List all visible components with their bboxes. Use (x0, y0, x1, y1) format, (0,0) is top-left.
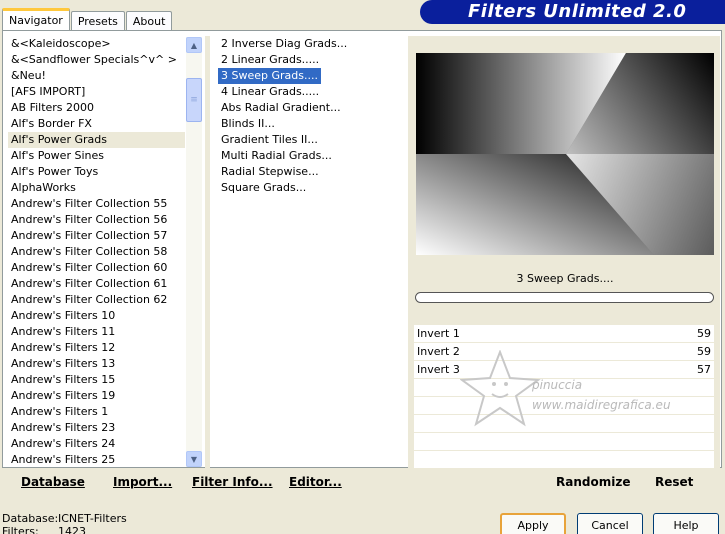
category-item[interactable]: Andrew's Filters 10 (8, 308, 185, 324)
category-item[interactable]: AlphaWorks (8, 180, 185, 196)
filters-label: Filters: (2, 525, 39, 534)
filter-item[interactable]: 2 Linear Grads..... (218, 52, 408, 68)
parameter-row[interactable]: Invert 2 59 (414, 343, 714, 361)
filter-item[interactable]: Radial Stepwise... (218, 164, 408, 180)
parameter-label: Invert 1 (417, 327, 460, 340)
editor-button[interactable]: Editor... (289, 475, 342, 489)
tab-about[interactable]: About (125, 11, 173, 30)
database-button[interactable]: Database (21, 475, 85, 489)
category-item[interactable]: Andrew's Filters 13 (8, 356, 185, 372)
filter-info-button[interactable]: Filter Info... (192, 475, 273, 489)
progress-bar (415, 292, 714, 303)
parameter-row-empty (414, 451, 714, 469)
divider (205, 36, 210, 468)
filter-item[interactable]: 4 Linear Grads..... (218, 84, 408, 100)
parameter-row[interactable]: Invert 3 57 (414, 361, 714, 379)
category-item[interactable]: Andrew's Filters 11 (8, 324, 185, 340)
filters-count: 1423 (58, 525, 86, 534)
category-item[interactable]: Andrew's Filters 24 (8, 436, 185, 452)
parameter-row-empty (414, 415, 714, 433)
category-item[interactable]: Alf's Power Grads (8, 132, 185, 148)
parameter-row[interactable]: Invert 1 59 (414, 325, 714, 343)
category-item[interactable]: Andrew's Filter Collection 60 (8, 260, 185, 276)
category-item[interactable]: &<Sandflower Specials^v^ > (8, 52, 185, 68)
selected-filter-name: 3 Sweep Grads.... (516, 272, 614, 285)
category-item[interactable]: &Neu! (8, 68, 185, 84)
scroll-thumb[interactable]: ≡ (186, 78, 202, 122)
preview-image (416, 53, 714, 255)
parameter-value: 57 (697, 363, 711, 376)
reset-button[interactable]: Reset (655, 475, 693, 489)
tab-presets[interactable]: Presets (70, 11, 125, 30)
category-item[interactable]: Alf's Power Toys (8, 164, 185, 180)
scroll-up-button[interactable]: ▲ (186, 37, 202, 53)
category-item[interactable]: Andrew's Filters 19 (8, 388, 185, 404)
category-list[interactable]: &<Kaleidoscope> &<Sandflower Specials^v^ … (8, 36, 185, 468)
database-label: Database: (2, 512, 59, 525)
parameter-row-empty (414, 397, 714, 415)
category-item[interactable]: Andrew's Filter Collection 57 (8, 228, 185, 244)
filter-item[interactable]: Blinds II... (218, 116, 408, 132)
scroll-down-button[interactable]: ▼ (186, 451, 202, 467)
filter-item[interactable]: Multi Radial Grads... (218, 148, 408, 164)
category-item[interactable]: Andrew's Filter Collection 62 (8, 292, 185, 308)
filter-item[interactable]: 3 Sweep Grads.... (218, 68, 321, 84)
category-item[interactable]: Alf's Border FX (8, 116, 185, 132)
tab-navigator[interactable]: Navigator (2, 8, 70, 30)
randomize-button[interactable]: Randomize (556, 475, 630, 489)
import-button[interactable]: Import... (113, 475, 172, 489)
database-value: ICNET-Filters (58, 512, 127, 525)
category-item[interactable]: Andrew's Filter Collection 55 (8, 196, 185, 212)
category-item[interactable]: Andrew's Filter Collection 61 (8, 276, 185, 292)
filter-list[interactable]: 2 Inverse Diag Grads... 2 Linear Grads...… (218, 36, 408, 196)
category-item[interactable]: &<Kaleidoscope> (8, 36, 185, 52)
filter-item[interactable]: 2 Inverse Diag Grads... (218, 36, 408, 52)
cancel-button[interactable]: Cancel (577, 513, 643, 534)
help-button[interactable]: Help (653, 513, 719, 534)
parameter-label: Invert 3 (417, 363, 460, 376)
parameter-row-empty (414, 433, 714, 451)
filter-item[interactable]: Gradient Tiles II... (218, 132, 408, 148)
category-item[interactable]: AB Filters 2000 (8, 100, 185, 116)
category-item[interactable]: Andrew's Filters 23 (8, 420, 185, 436)
app-title: Filters Unlimited 2.0 (468, 1, 687, 22)
category-item[interactable]: [AFS IMPORT] (8, 84, 185, 100)
parameter-row-empty (414, 379, 714, 397)
category-item[interactable]: Andrew's Filters 15 (8, 372, 185, 388)
category-item[interactable]: Andrew's Filters 12 (8, 340, 185, 356)
category-item[interactable]: Alf's Power Sines (8, 148, 185, 164)
filter-item[interactable]: Abs Radial Gradient... (218, 100, 408, 116)
parameter-sliders: Invert 1 59 Invert 2 59 Invert 3 57 (414, 325, 714, 469)
category-item[interactable]: Andrew's Filter Collection 58 (8, 244, 185, 260)
parameter-label: Invert 2 (417, 345, 460, 358)
category-scrollbar[interactable]: ▲ ≡ ▼ (186, 37, 202, 467)
filter-item[interactable]: Square Grads... (218, 180, 408, 196)
category-item[interactable]: Andrew's Filters 1 (8, 404, 185, 420)
parameter-value: 59 (697, 327, 711, 340)
parameter-value: 59 (697, 345, 711, 358)
apply-button[interactable]: Apply (500, 513, 566, 534)
title-banner: Filters Unlimited 2.0 (420, 0, 725, 24)
tab-strip: Navigator Presets About (2, 8, 173, 30)
category-item[interactable]: Andrew's Filter Collection 56 (8, 212, 185, 228)
category-item[interactable]: Andrew's Filters 25 (8, 452, 185, 468)
status-info: Database: ICNET-Filters Filters: 1423 (2, 512, 127, 534)
